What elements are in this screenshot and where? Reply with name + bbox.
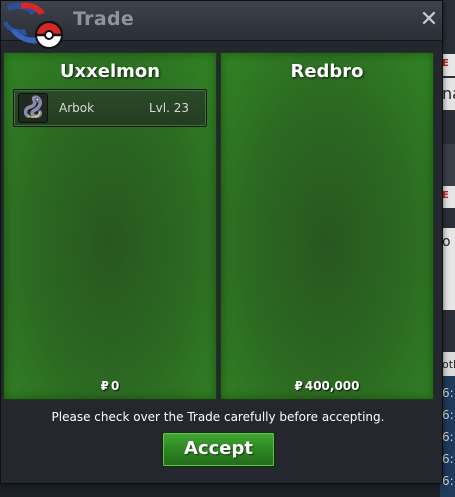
background-text-fragment: 6: — [442, 474, 454, 488]
trade-window: Trade ✕ Uxxelmon Arbok Lvl. 23 ₽ 0 Redbr… — [0, 0, 443, 484]
background-text-fragment: otl — [442, 358, 455, 371]
pokemon-name: Arbok — [59, 101, 95, 115]
right-player-name: Redbro — [290, 61, 364, 82]
background-text-fragment: 6: — [442, 452, 454, 466]
background-text-fragment: na — [442, 84, 455, 103]
background-text-fragment: E — [442, 190, 449, 201]
left-money-offer: ₽0 — [4, 379, 216, 393]
accept-button[interactable]: Accept — [162, 432, 275, 467]
background-text-fragment: E — [442, 58, 449, 69]
close-icon[interactable]: ✕ — [418, 9, 440, 31]
left-money-value: 0 — [111, 379, 120, 393]
pokedollar-icon: ₽ — [294, 379, 303, 393]
trade-notice: Please check over the Trade carefully be… — [51, 410, 385, 424]
pokemon-level: Lvl. 23 — [148, 101, 189, 115]
pokeball-logo-icon — [3, 2, 64, 49]
left-trade-panel: Uxxelmon Arbok Lvl. 23 ₽0 — [3, 52, 217, 400]
background-text-fragment: o — [442, 234, 451, 250]
pokedollar-icon: ₽ — [100, 379, 109, 393]
right-money-value: 400,000 — [304, 379, 360, 393]
background-text-fragment: 6: — [442, 386, 454, 400]
background-text-fragment: 6: — [442, 430, 454, 444]
window-title: Trade — [73, 8, 135, 30]
background-text-fragment: 6: — [442, 408, 454, 422]
right-trade-panel: Redbro ₽400,000 — [220, 52, 434, 400]
left-player-name: Uxxelmon — [59, 61, 161, 82]
arbok-sprite-icon — [18, 93, 48, 123]
trade-pokemon-slot[interactable]: Arbok Lvl. 23 — [13, 89, 207, 127]
right-money-offer: ₽400,000 — [221, 379, 433, 393]
